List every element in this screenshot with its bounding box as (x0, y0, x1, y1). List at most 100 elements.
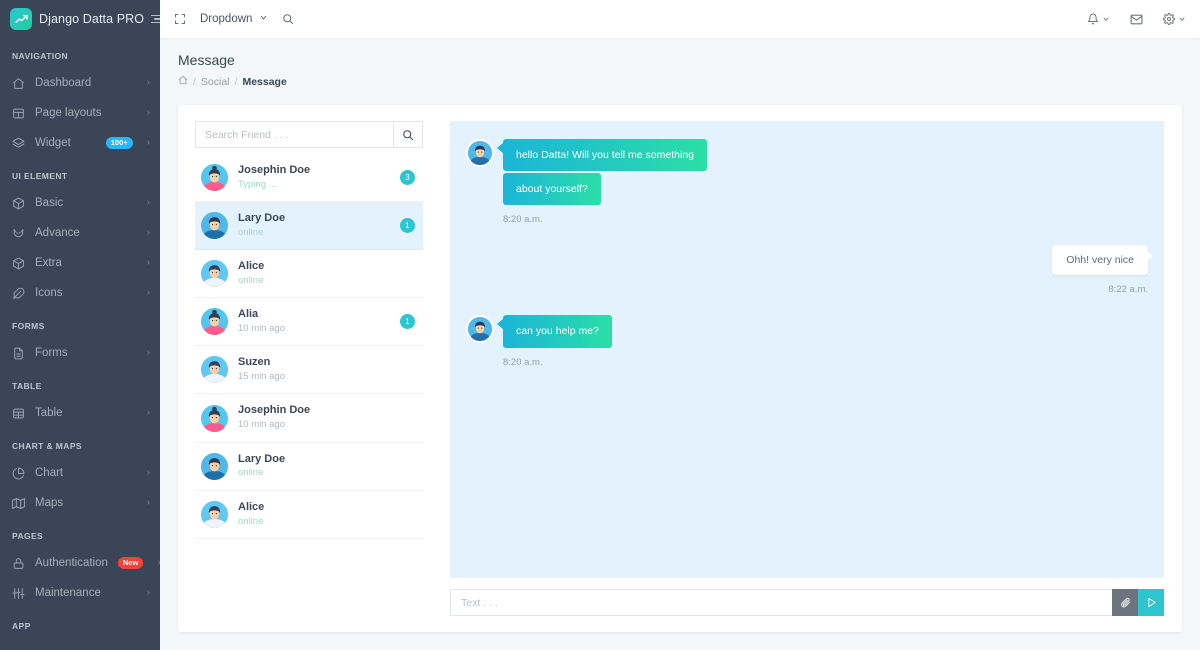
breadcrumb-separator-2: / (235, 76, 238, 88)
sidebar-item-page-layouts[interactable]: Page layouts› (0, 98, 160, 128)
sidebar-item-label: Dashboard (35, 77, 133, 89)
friend-list-item[interactable]: Aliceonline (195, 491, 423, 539)
friend-list-item[interactable]: Aliceonline (195, 250, 423, 298)
breadcrumb: / Social / Message (178, 75, 1182, 88)
chat-bubble-group: hello Datta! Will you tell me somethinga… (503, 139, 707, 225)
breadcrumb-separator-1: / (193, 76, 196, 88)
chevron-right-icon: › (147, 78, 150, 88)
search-input[interactable] (195, 121, 393, 148)
chevron-right-icon: › (157, 558, 160, 568)
layout-icon (12, 107, 25, 120)
sidebar-item-label: Basic (35, 197, 133, 209)
chevron-right-icon: › (147, 228, 150, 238)
home-icon (12, 77, 25, 90)
friend-meta: Josephin Doe10 min ago (238, 403, 415, 432)
friend-name: Alice (238, 259, 415, 274)
page-header: Message / Social / Message (160, 38, 1200, 88)
sidebar-item-advance[interactable]: Advance › (0, 218, 160, 248)
friend-meta: Suzen15 min ago (238, 355, 415, 384)
chevron-right-icon: › (147, 348, 150, 358)
sliders-icon (12, 587, 25, 600)
friend-list-item[interactable]: Suzen15 min ago (195, 346, 423, 394)
sidebar-item-authentication[interactable]: AuthenticationNew› (0, 548, 160, 578)
unread-count-badge: 1 (400, 218, 415, 233)
sidebar-item-label: Icons (35, 287, 133, 299)
friend-status: 10 min ago (238, 418, 415, 432)
topbar-dropdown[interactable]: Dropdown (200, 13, 268, 25)
sidebar-nav: NAVIGATIONDashboard›Page layouts›Widget1… (0, 38, 160, 638)
chevron-right-icon: › (147, 288, 150, 298)
friend-list-item[interactable]: Josephin Doe10 min ago (195, 394, 423, 442)
friend-list-item[interactable]: Lary Doeonline 1 (195, 202, 423, 250)
topbar-right (1087, 13, 1186, 26)
menu-toggle-icon[interactable] (151, 15, 160, 24)
topbar: Dropdown (160, 0, 1200, 38)
chat-bubble: Ohh! very nice (1052, 245, 1148, 275)
paperclip-icon[interactable] (1112, 589, 1138, 616)
gear-icon[interactable] (1163, 13, 1186, 25)
sidebar-item-label: Chart (35, 467, 133, 479)
breadcrumb-item-social[interactable]: Social (201, 76, 230, 88)
avatar (201, 501, 228, 528)
message-input[interactable] (450, 589, 1112, 616)
bell-icon[interactable] (1087, 13, 1110, 25)
search-friend-button[interactable] (393, 121, 423, 148)
feather-icon (12, 287, 25, 300)
chat-input-row (450, 589, 1164, 616)
sidebar-badge-authentication: New (118, 557, 143, 569)
chat-bubble: can you help me? (503, 315, 612, 347)
friend-panel: Josephin DoeTyping ...3 Lary Doeonline 1 Al… (178, 105, 440, 632)
friend-list-item[interactable]: Alia10 min ago1 (195, 298, 423, 346)
sidebar-item-chart[interactable]: Chart› (0, 458, 160, 488)
box-icon (12, 197, 25, 210)
sidebar-item-label: Advance (35, 227, 133, 239)
fullscreen-icon[interactable] (174, 13, 186, 25)
sidebar-caption-app: APP (0, 608, 160, 638)
chevron-down-icon (1178, 15, 1186, 23)
sidebar-caption-navigation: NAVIGATION (0, 38, 160, 68)
chat-bubble: about yourself? (503, 173, 601, 205)
friend-status: Typing ... (238, 178, 390, 192)
search-icon[interactable] (282, 13, 294, 25)
friend-name: Josephin Doe (238, 403, 415, 418)
main-area: Dropdown (160, 0, 1200, 650)
avatar (201, 405, 228, 432)
lock-icon (12, 557, 25, 570)
sidebar: Django Datta PRO NAVIGATION Dashboard › Pag… (0, 0, 160, 650)
avatar (201, 356, 228, 383)
chat-bubble-group: can you help me?8:20 a.m. (503, 315, 612, 367)
friend-list-item[interactable]: Josephin DoeTyping ...3 (195, 154, 423, 202)
send-icon[interactable] (1138, 589, 1164, 616)
brand-header: Django Datta PRO (0, 0, 160, 38)
sidebar-item-forms[interactable]: Forms› (0, 338, 160, 368)
sidebar-item-maintenance[interactable]: Maintenance› (0, 578, 160, 608)
friend-name: Alice (238, 500, 415, 515)
sidebar-caption-ui-element: UI ELEMENT (0, 158, 160, 188)
layers-icon (12, 137, 25, 150)
sidebar-item-widget[interactable]: Widget100+› (0, 128, 160, 158)
sidebar-item-icons[interactable]: Icons › (0, 278, 160, 308)
sidebar-item-label: Page layouts (35, 107, 133, 119)
sidebar-item-table[interactable]: Table› (0, 398, 160, 428)
friend-list-item[interactable]: Lary Doeonline (195, 443, 423, 491)
chevron-right-icon: › (147, 198, 150, 208)
friend-meta: Aliceonline (238, 259, 415, 288)
friend-meta: Lary Doeonline (238, 211, 390, 240)
message-card: Josephin DoeTyping ...3 Lary Doeonline 1 Al… (178, 105, 1182, 632)
sidebar-item-label: Maintenance (35, 587, 133, 599)
home-icon[interactable] (178, 75, 188, 88)
friend-meta: Alia10 min ago (238, 307, 390, 336)
sidebar-item-extra[interactable]: Extra› (0, 248, 160, 278)
mail-icon[interactable] (1130, 13, 1143, 26)
topbar-dropdown-label: Dropdown (200, 13, 252, 25)
cat-icon (12, 227, 25, 240)
sidebar-badge-widget: 100+ (106, 137, 133, 149)
sidebar-item-dashboard[interactable]: Dashboard › (0, 68, 160, 98)
sidebar-item-basic[interactable]: Basic › (0, 188, 160, 218)
sidebar-item-label: Maps (35, 497, 133, 509)
pie-chart-icon (12, 467, 25, 480)
sidebar-item-maps[interactable]: Maps› (0, 488, 160, 518)
package-icon (12, 257, 25, 270)
chat-message-incoming: can you help me?8:20 a.m. (466, 315, 1148, 367)
sidebar-item-label: Extra (35, 257, 133, 269)
